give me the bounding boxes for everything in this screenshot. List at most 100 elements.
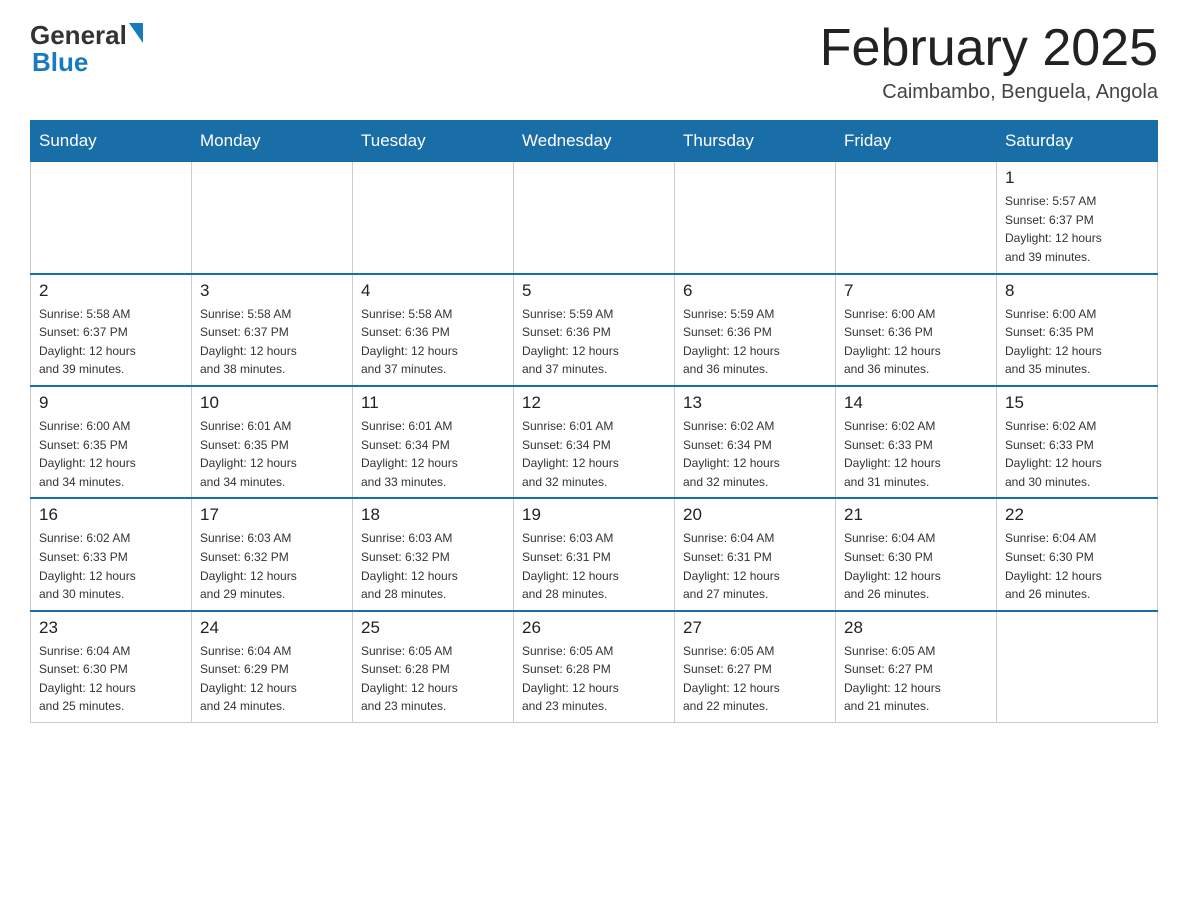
calendar-cell: 1 Sunrise: 5:57 AM Sunset: 6:37 PM Daylig… [997, 162, 1158, 274]
day-info: Sunrise: 6:02 AM Sunset: 6:34 PM Dayligh… [683, 417, 827, 491]
day-info: Sunrise: 6:04 AM Sunset: 6:30 PM Dayligh… [1005, 529, 1149, 603]
day-info: Sunrise: 5:58 AM Sunset: 6:37 PM Dayligh… [200, 305, 344, 379]
day-info: Sunrise: 6:00 AM Sunset: 6:36 PM Dayligh… [844, 305, 988, 379]
calendar-cell [997, 611, 1158, 723]
calendar-cell: 9 Sunrise: 6:00 AM Sunset: 6:35 PM Daylig… [31, 386, 192, 498]
day-info: Sunrise: 6:00 AM Sunset: 6:35 PM Dayligh… [39, 417, 183, 491]
weekday-header-wednesday: Wednesday [514, 121, 675, 162]
day-info: Sunrise: 6:05 AM Sunset: 6:28 PM Dayligh… [522, 642, 666, 716]
day-number: 6 [683, 281, 827, 301]
day-number: 24 [200, 618, 344, 638]
weekday-header-thursday: Thursday [675, 121, 836, 162]
day-number: 18 [361, 505, 505, 525]
day-info: Sunrise: 5:58 AM Sunset: 6:36 PM Dayligh… [361, 305, 505, 379]
calendar-cell: 5 Sunrise: 5:59 AM Sunset: 6:36 PM Daylig… [514, 274, 675, 386]
logo-blue-text: Blue [32, 47, 143, 78]
day-number: 17 [200, 505, 344, 525]
calendar-cell [836, 162, 997, 274]
week-row-2: 2 Sunrise: 5:58 AM Sunset: 6:37 PM Daylig… [31, 274, 1158, 386]
day-number: 27 [683, 618, 827, 638]
day-number: 23 [39, 618, 183, 638]
day-number: 4 [361, 281, 505, 301]
calendar-cell: 15 Sunrise: 6:02 AM Sunset: 6:33 PM Dayli… [997, 386, 1158, 498]
weekday-header-tuesday: Tuesday [353, 121, 514, 162]
day-info: Sunrise: 6:01 AM Sunset: 6:35 PM Dayligh… [200, 417, 344, 491]
day-info: Sunrise: 6:04 AM Sunset: 6:30 PM Dayligh… [844, 529, 988, 603]
weekday-header-friday: Friday [836, 121, 997, 162]
day-info: Sunrise: 6:03 AM Sunset: 6:31 PM Dayligh… [522, 529, 666, 603]
day-number: 12 [522, 393, 666, 413]
day-info: Sunrise: 6:05 AM Sunset: 6:27 PM Dayligh… [683, 642, 827, 716]
calendar-cell: 6 Sunrise: 5:59 AM Sunset: 6:36 PM Daylig… [675, 274, 836, 386]
day-number: 16 [39, 505, 183, 525]
calendar-cell [675, 162, 836, 274]
weekday-header-saturday: Saturday [997, 121, 1158, 162]
calendar-cell: 17 Sunrise: 6:03 AM Sunset: 6:32 PM Dayli… [192, 498, 353, 610]
day-number: 14 [844, 393, 988, 413]
day-number: 25 [361, 618, 505, 638]
calendar-cell: 13 Sunrise: 6:02 AM Sunset: 6:34 PM Dayli… [675, 386, 836, 498]
day-number: 15 [1005, 393, 1149, 413]
day-number: 3 [200, 281, 344, 301]
calendar-cell: 4 Sunrise: 5:58 AM Sunset: 6:36 PM Daylig… [353, 274, 514, 386]
day-number: 1 [1005, 168, 1149, 188]
week-row-1: 1 Sunrise: 5:57 AM Sunset: 6:37 PM Daylig… [31, 162, 1158, 274]
calendar-cell [514, 162, 675, 274]
day-number: 21 [844, 505, 988, 525]
weekday-header-sunday: Sunday [31, 121, 192, 162]
week-row-5: 23Sunrise: 6:04 AM Sunset: 6:30 PM Dayli… [31, 611, 1158, 723]
day-number: 8 [1005, 281, 1149, 301]
calendar-cell: 24Sunrise: 6:04 AM Sunset: 6:29 PM Dayli… [192, 611, 353, 723]
day-number: 22 [1005, 505, 1149, 525]
calendar-cell: 3 Sunrise: 5:58 AM Sunset: 6:37 PM Daylig… [192, 274, 353, 386]
day-number: 9 [39, 393, 183, 413]
day-info: Sunrise: 6:01 AM Sunset: 6:34 PM Dayligh… [361, 417, 505, 491]
logo-arrow-icon [129, 23, 143, 43]
calendar-cell: 21 Sunrise: 6:04 AM Sunset: 6:30 PM Dayli… [836, 498, 997, 610]
day-info: Sunrise: 6:05 AM Sunset: 6:28 PM Dayligh… [361, 642, 505, 716]
day-number: 5 [522, 281, 666, 301]
week-row-4: 16 Sunrise: 6:02 AM Sunset: 6:33 PM Dayli… [31, 498, 1158, 610]
day-number: 7 [844, 281, 988, 301]
calendar-cell: 10 Sunrise: 6:01 AM Sunset: 6:35 PM Dayli… [192, 386, 353, 498]
title-block: February 2025 Caimbambo, Benguela, Angol… [820, 20, 1158, 104]
calendar-cell: 20Sunrise: 6:04 AM Sunset: 6:31 PM Dayli… [675, 498, 836, 610]
day-number: 2 [39, 281, 183, 301]
logo: General Blue [30, 20, 143, 78]
day-info: Sunrise: 5:59 AM Sunset: 6:36 PM Dayligh… [522, 305, 666, 379]
calendar-cell: 14 Sunrise: 6:02 AM Sunset: 6:33 PM Dayli… [836, 386, 997, 498]
calendar-cell: 23Sunrise: 6:04 AM Sunset: 6:30 PM Dayli… [31, 611, 192, 723]
calendar-cell [31, 162, 192, 274]
day-info: Sunrise: 6:02 AM Sunset: 6:33 PM Dayligh… [39, 529, 183, 603]
day-info: Sunrise: 5:57 AM Sunset: 6:37 PM Dayligh… [1005, 192, 1149, 266]
day-info: Sunrise: 6:03 AM Sunset: 6:32 PM Dayligh… [361, 529, 505, 603]
day-info: Sunrise: 6:03 AM Sunset: 6:32 PM Dayligh… [200, 529, 344, 603]
calendar-cell: 16 Sunrise: 6:02 AM Sunset: 6:33 PM Dayli… [31, 498, 192, 610]
calendar-cell: 8 Sunrise: 6:00 AM Sunset: 6:35 PM Daylig… [997, 274, 1158, 386]
calendar-table: SundayMondayTuesdayWednesdayThursdayFrid… [30, 120, 1158, 723]
calendar-cell: 18 Sunrise: 6:03 AM Sunset: 6:32 PM Dayli… [353, 498, 514, 610]
day-number: 28 [844, 618, 988, 638]
calendar-cell: 19 Sunrise: 6:03 AM Sunset: 6:31 PM Dayli… [514, 498, 675, 610]
day-number: 26 [522, 618, 666, 638]
location-subtitle: Caimbambo, Benguela, Angola [820, 81, 1158, 104]
day-number: 19 [522, 505, 666, 525]
day-info: Sunrise: 5:59 AM Sunset: 6:36 PM Dayligh… [683, 305, 827, 379]
weekday-header-row: SundayMondayTuesdayWednesdayThursdayFrid… [31, 121, 1158, 162]
calendar-cell: 25 Sunrise: 6:05 AM Sunset: 6:28 PM Dayli… [353, 611, 514, 723]
day-info: Sunrise: 6:00 AM Sunset: 6:35 PM Dayligh… [1005, 305, 1149, 379]
weekday-header-monday: Monday [192, 121, 353, 162]
day-number: 13 [683, 393, 827, 413]
calendar-cell [192, 162, 353, 274]
day-number: 10 [200, 393, 344, 413]
day-info: Sunrise: 6:01 AM Sunset: 6:34 PM Dayligh… [522, 417, 666, 491]
day-info: Sunrise: 6:05 AM Sunset: 6:27 PM Dayligh… [844, 642, 988, 716]
calendar-cell: 22 Sunrise: 6:04 AM Sunset: 6:30 PM Dayli… [997, 498, 1158, 610]
page-header: General Blue February 2025 Caimbambo, Be… [30, 20, 1158, 104]
day-info: Sunrise: 5:58 AM Sunset: 6:37 PM Dayligh… [39, 305, 183, 379]
day-info: Sunrise: 6:02 AM Sunset: 6:33 PM Dayligh… [844, 417, 988, 491]
day-info: Sunrise: 6:02 AM Sunset: 6:33 PM Dayligh… [1005, 417, 1149, 491]
month-title: February 2025 [820, 20, 1158, 77]
calendar-cell: 7 Sunrise: 6:00 AM Sunset: 6:36 PM Daylig… [836, 274, 997, 386]
day-number: 11 [361, 393, 505, 413]
